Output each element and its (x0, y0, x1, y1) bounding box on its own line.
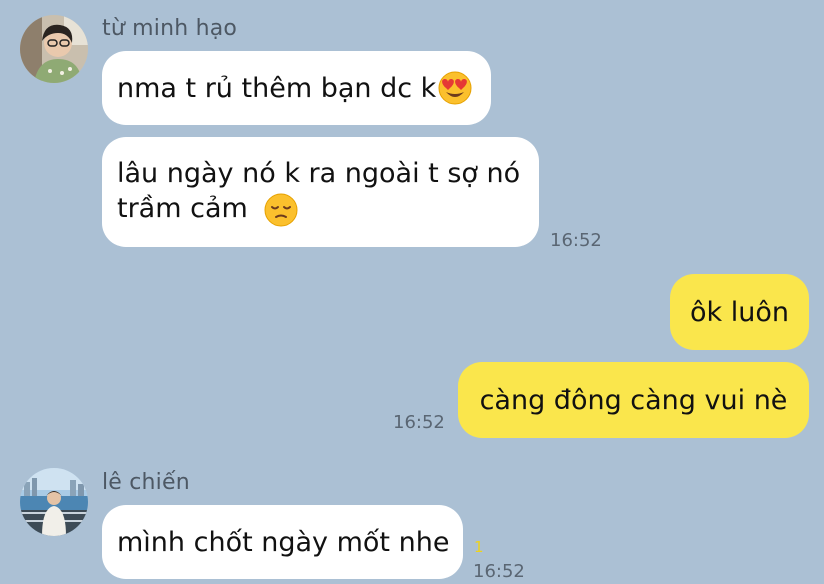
avatar-tu-minh-hao[interactable] (20, 15, 88, 83)
avatar-le-chien[interactable] (20, 468, 88, 536)
message-bubble[interactable]: nma t rủ thêm bạn dc k (102, 51, 491, 125)
message-text-line: lâu ngày nó k ra ngoài t sợ nó (117, 158, 521, 189)
chat-room[interactable]: từ minh hạo nma t rủ thêm bạn dc k lâu n… (0, 0, 824, 584)
sender-name: lê chiến (102, 470, 190, 495)
unread-count: 1 (474, 538, 484, 556)
message-bubble[interactable]: càng đông càng vui nè (458, 362, 809, 438)
message-text: nma t rủ thêm bạn dc k (117, 72, 437, 104)
message-bubble[interactable]: ôk luôn (670, 274, 809, 350)
pensive-face-emoji-icon (264, 193, 298, 227)
sender-name: từ minh hạo (102, 16, 238, 41)
message-timestamp: 16:52 (473, 561, 525, 582)
message-bubble[interactable]: lâu ngày nó k ra ngoài t sợ nó trầm cảm (102, 137, 539, 247)
message-timestamp: 16:52 (550, 230, 602, 251)
message-text: ôk luôn (690, 296, 789, 328)
message-text: mình chốt ngày mốt nhe (117, 526, 450, 558)
message-text: càng đông càng vui nè (479, 384, 788, 416)
message-bubble[interactable]: mình chốt ngày mốt nhe (102, 505, 463, 579)
heart-eyes-emoji-icon (438, 71, 472, 105)
message-timestamp: 16:52 (393, 412, 445, 433)
message-text-line: trầm cảm (117, 193, 248, 224)
